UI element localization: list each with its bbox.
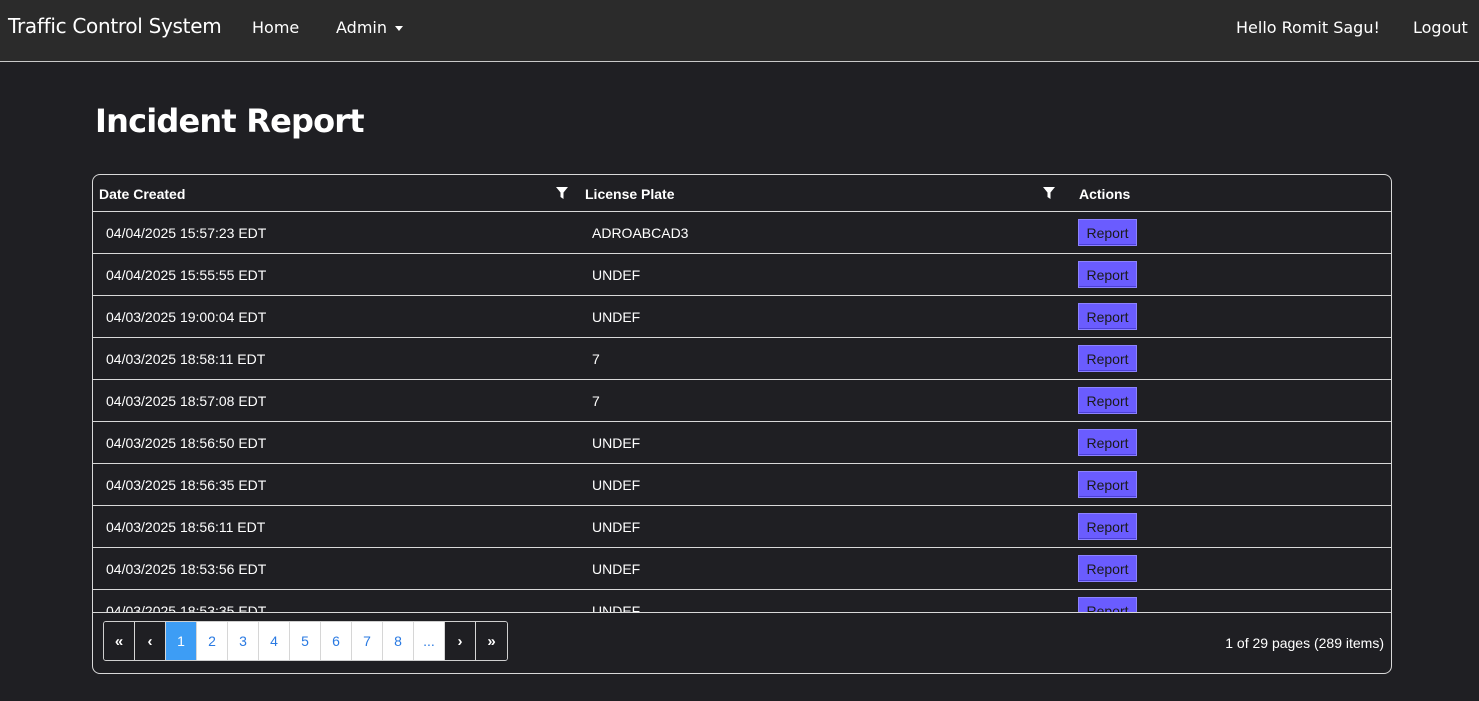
chevron-down-icon [395, 26, 403, 31]
page-title: Incident Report [95, 102, 365, 140]
license-plate-cell: UNDEF [592, 518, 641, 535]
page-button[interactable]: 5 [290, 622, 321, 660]
table-row[interactable]: 04/03/2025 18:57:08 EDT 7 Report [93, 380, 1391, 422]
report-button[interactable]: Report [1078, 555, 1137, 582]
license-plate-cell: UNDEF [592, 266, 641, 283]
table-row[interactable]: 04/04/2025 15:55:55 EDT UNDEF Report [93, 254, 1391, 296]
report-button[interactable]: Report [1078, 345, 1137, 372]
date-created-cell: 04/03/2025 18:56:11 EDT [106, 518, 266, 535]
column-header-date-created[interactable]: Date Created [99, 175, 185, 212]
page-button[interactable]: 6 [321, 622, 352, 660]
page-button[interactable]: 8 [383, 622, 414, 660]
license-plate-cell: UNDEF [592, 560, 641, 577]
column-header-actions: Actions [1079, 185, 1131, 202]
report-button[interactable]: Report [1078, 303, 1137, 330]
report-button[interactable]: Report [1078, 513, 1137, 540]
report-button[interactable]: Report [1078, 597, 1137, 612]
date-created-cell: 04/03/2025 18:53:35 EDT [106, 602, 267, 613]
prev-page-button[interactable]: ‹ [135, 622, 166, 660]
report-button[interactable]: Report [1078, 219, 1137, 246]
grid-header: Date Created License Plate Actions [93, 175, 1391, 212]
last-page-button[interactable]: » [476, 622, 507, 660]
top-navbar: Traffic Control System Home Admin Hello … [0, 0, 1479, 62]
page-button-active[interactable]: 1 [166, 622, 197, 660]
report-button[interactable]: Report [1078, 429, 1137, 456]
page-button[interactable]: 3 [228, 622, 259, 660]
table-row[interactable]: 04/03/2025 18:58:11 EDT 7 Report [93, 338, 1391, 380]
column-header-license-plate[interactable]: License Plate [585, 175, 675, 212]
table-row[interactable]: 04/03/2025 18:53:35 EDT UNDEF Report [93, 590, 1391, 613]
page-button[interactable]: 7 [352, 622, 383, 660]
first-page-button[interactable]: « [104, 622, 135, 660]
table-row[interactable]: 04/03/2025 18:56:11 EDT UNDEF Report [93, 506, 1391, 548]
page-button[interactable]: 2 [197, 622, 228, 660]
date-created-cell: 04/04/2025 15:55:55 EDT [106, 266, 267, 283]
nav-admin-label: Admin [336, 18, 387, 37]
license-plate-cell: 7 [592, 392, 600, 409]
report-button[interactable]: Report [1078, 387, 1137, 414]
date-created-cell: 04/03/2025 18:58:11 EDT [106, 350, 266, 367]
table-row[interactable]: 04/03/2025 18:56:35 EDT UNDEF Report [93, 464, 1391, 506]
incident-grid: Date Created License Plate Actions 04/04… [92, 174, 1392, 674]
license-plate-cell: 7 [592, 350, 600, 367]
date-created-cell: 04/03/2025 18:56:35 EDT [106, 476, 267, 493]
date-created-cell: 04/03/2025 18:57:08 EDT [106, 392, 267, 409]
page-button[interactable]: 4 [259, 622, 290, 660]
date-created-cell: 04/03/2025 18:56:50 EDT [106, 434, 267, 451]
pager-summary: 1 of 29 pages (289 items) [1225, 635, 1384, 651]
license-plate-cell: UNDEF [592, 602, 641, 613]
user-greeting-link[interactable]: Hello Romit Sagu! [1236, 18, 1380, 37]
table-row[interactable]: 04/04/2025 15:57:23 EDT ADROABCAD3 Report [93, 212, 1391, 254]
nav-home-link[interactable]: Home [252, 18, 299, 37]
date-created-cell: 04/03/2025 19:00:04 EDT [106, 308, 267, 325]
brand-title[interactable]: Traffic Control System [8, 14, 222, 38]
license-plate-cell: UNDEF [592, 476, 641, 493]
table-row[interactable]: 04/03/2025 18:53:56 EDT UNDEF Report [93, 548, 1391, 590]
page-button[interactable]: ... [414, 622, 445, 660]
filter-icon[interactable] [1043, 187, 1055, 200]
report-button[interactable]: Report [1078, 261, 1137, 288]
license-plate-cell: UNDEF [592, 434, 641, 451]
logout-link[interactable]: Logout [1413, 18, 1468, 37]
grid-body[interactable]: 04/04/2025 15:57:23 EDT ADROABCAD3 Report 0… [93, 212, 1391, 613]
report-button[interactable]: Report [1078, 471, 1137, 498]
pagination: «‹ 1 2 3 4 5 6 7 8... ›» [103, 621, 508, 661]
date-created-cell: 04/03/2025 18:53:56 EDT [106, 560, 267, 577]
license-plate-cell: UNDEF [592, 308, 641, 325]
table-row[interactable]: 04/03/2025 18:56:50 EDT UNDEF Report [93, 422, 1391, 464]
next-page-button[interactable]: › [445, 622, 476, 660]
nav-admin-dropdown[interactable]: Admin [336, 18, 403, 37]
filter-icon[interactable] [556, 187, 568, 200]
license-plate-cell: ADROABCAD3 [592, 224, 689, 241]
table-row[interactable]: 04/03/2025 19:00:04 EDT UNDEF Report [93, 296, 1391, 338]
date-created-cell: 04/04/2025 15:57:23 EDT [106, 224, 267, 241]
